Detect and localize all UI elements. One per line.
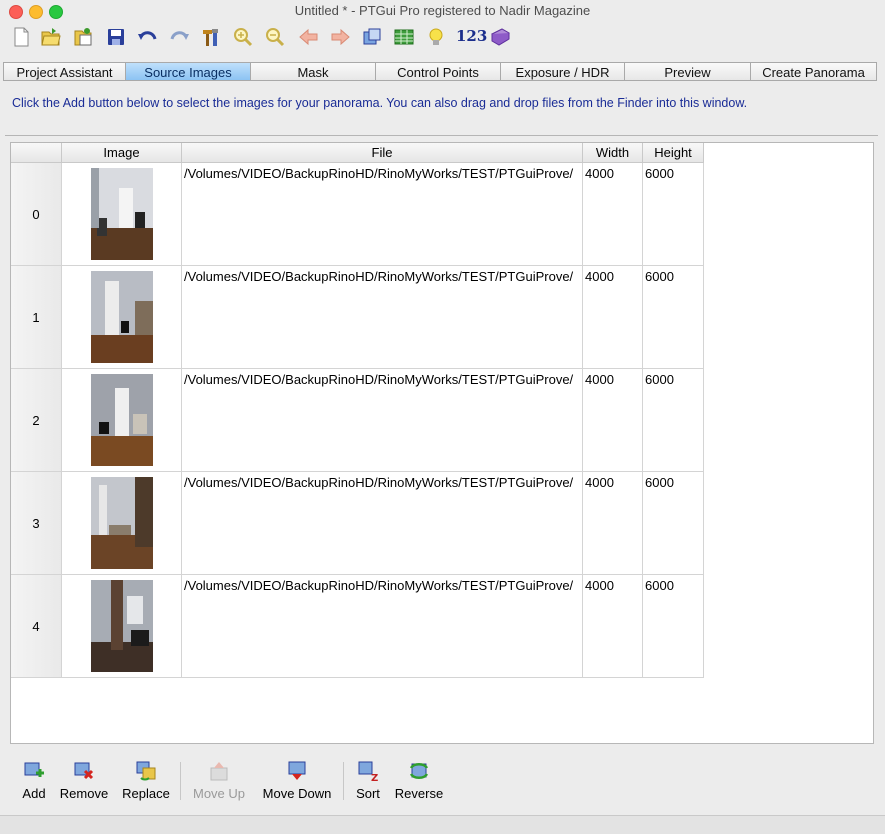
header-file[interactable]: File bbox=[181, 143, 583, 163]
add-icon bbox=[23, 760, 45, 782]
file-path: /Volumes/VIDEO/BackupRinoHD/RinoMyWorks/… bbox=[181, 368, 583, 472]
status-bar bbox=[0, 815, 885, 834]
tip-icon[interactable] bbox=[425, 26, 447, 48]
image-thumbnail[interactable] bbox=[90, 374, 153, 466]
move-down-label: Move Down bbox=[262, 786, 332, 801]
open-recent-icon[interactable] bbox=[72, 26, 94, 48]
sort-label: Sort bbox=[356, 786, 380, 801]
numbers-icon[interactable]: 123 bbox=[456, 27, 487, 45]
header-width[interactable]: Width bbox=[582, 143, 643, 163]
button-separator bbox=[343, 762, 344, 800]
move-down-button[interactable]: Move Down bbox=[258, 760, 336, 801]
table-row[interactable]: 4 /Volumes/VIDEO/BackupRinoHD/RinoMyWork… bbox=[11, 574, 704, 678]
replace-button[interactable]: Replace bbox=[120, 760, 172, 801]
window-title: Untitled * - PTGui Pro registered to Nad… bbox=[294, 3, 591, 18]
tab-create-panorama[interactable]: Create Panorama bbox=[751, 62, 877, 81]
image-width: 4000 bbox=[582, 471, 643, 575]
image-height: 6000 bbox=[642, 162, 704, 266]
image-width: 4000 bbox=[582, 368, 643, 472]
header-index bbox=[11, 143, 62, 163]
replace-icon bbox=[135, 760, 157, 782]
image-thumbnail[interactable] bbox=[90, 477, 153, 569]
undo-icon[interactable] bbox=[137, 26, 159, 48]
tab-project-assistant[interactable]: Project Assistant bbox=[3, 62, 126, 81]
image-width: 4000 bbox=[582, 162, 643, 266]
source-images-panel: Click the Add button below to select the… bbox=[0, 82, 885, 815]
replace-label: Replace bbox=[122, 786, 170, 801]
svg-text:Z: Z bbox=[371, 773, 378, 782]
thumbnail-cell bbox=[61, 265, 182, 369]
tab-source-images[interactable]: Source Images bbox=[126, 62, 251, 81]
tab-preview[interactable]: Preview bbox=[625, 62, 751, 81]
image-height: 6000 bbox=[642, 368, 704, 472]
row-index: 2 bbox=[11, 368, 62, 472]
image-thumbnail[interactable] bbox=[90, 580, 153, 672]
file-path: /Volumes/VIDEO/BackupRinoHD/RinoMyWorks/… bbox=[181, 574, 583, 678]
remove-icon bbox=[73, 760, 95, 782]
reverse-label: Reverse bbox=[394, 786, 444, 801]
file-path: /Volumes/VIDEO/BackupRinoHD/RinoMyWorks/… bbox=[181, 471, 583, 575]
image-thumbnail[interactable] bbox=[90, 168, 153, 260]
back-icon[interactable] bbox=[298, 26, 320, 48]
thumbnail-cell bbox=[61, 574, 182, 678]
open-icon[interactable] bbox=[40, 26, 62, 48]
header-height[interactable]: Height bbox=[642, 143, 704, 163]
reverse-button[interactable]: Reverse bbox=[392, 760, 446, 801]
forward-icon[interactable] bbox=[329, 26, 351, 48]
panorama-editor-icon[interactable] bbox=[361, 26, 383, 48]
thumbnail-cell bbox=[61, 162, 182, 266]
image-height: 6000 bbox=[642, 574, 704, 678]
header-image[interactable]: Image bbox=[61, 143, 182, 163]
instruction-text: Click the Add button below to select the… bbox=[12, 96, 748, 110]
add-button[interactable]: Add bbox=[18, 760, 50, 801]
redo-icon[interactable] bbox=[168, 26, 190, 48]
tools-icon[interactable] bbox=[200, 26, 222, 48]
move-up-icon bbox=[208, 760, 230, 782]
table-row[interactable]: 2 /Volumes/VIDEO/BackupRinoHD/RinoMyWork… bbox=[11, 368, 704, 472]
file-path: /Volumes/VIDEO/BackupRinoHD/RinoMyWorks/… bbox=[181, 162, 583, 266]
tab-exposure-hdr[interactable]: Exposure / HDR bbox=[501, 62, 625, 81]
move-up-button[interactable]: Move Up bbox=[190, 760, 248, 801]
row-index: 0 bbox=[11, 162, 62, 266]
table-row[interactable]: 3 /Volumes/VIDEO/BackupRinoHD/RinoMyWork… bbox=[11, 471, 704, 575]
image-height: 6000 bbox=[642, 471, 704, 575]
file-path: /Volumes/VIDEO/BackupRinoHD/RinoMyWorks/… bbox=[181, 265, 583, 369]
move-up-label: Move Up bbox=[192, 786, 246, 801]
tab-bar: Project Assistant Source Images Mask Con… bbox=[3, 62, 877, 82]
move-down-icon bbox=[286, 760, 308, 782]
remove-label: Remove bbox=[59, 786, 109, 801]
table-icon[interactable] bbox=[393, 26, 415, 48]
zoom-out-icon[interactable] bbox=[264, 26, 286, 48]
zoom-in-icon[interactable] bbox=[232, 26, 254, 48]
reverse-icon bbox=[408, 760, 430, 782]
sort-button[interactable]: Z Sort bbox=[352, 760, 384, 801]
row-index: 3 bbox=[11, 471, 62, 575]
toolbar: 123 bbox=[0, 24, 885, 50]
save-icon[interactable] bbox=[105, 26, 127, 48]
remove-button[interactable]: Remove bbox=[58, 760, 110, 801]
image-width: 4000 bbox=[582, 574, 643, 678]
thumbnail-cell bbox=[61, 368, 182, 472]
row-index: 4 bbox=[11, 574, 62, 678]
new-icon[interactable] bbox=[10, 26, 32, 48]
image-width: 4000 bbox=[582, 265, 643, 369]
tab-control-points[interactable]: Control Points bbox=[376, 62, 501, 81]
button-separator bbox=[180, 762, 181, 800]
image-action-bar: Add Remove Replace Move Up Move Down Z S… bbox=[0, 760, 885, 810]
sort-icon: Z bbox=[357, 760, 379, 784]
thumbnail-cell bbox=[61, 471, 182, 575]
tab-mask[interactable]: Mask bbox=[251, 62, 376, 81]
divider bbox=[5, 135, 878, 136]
table-row[interactable]: 0 /Volumes/VIDEO/BackupRinoHD/RinoMyWork… bbox=[11, 162, 704, 266]
add-label: Add bbox=[22, 786, 46, 801]
row-index: 1 bbox=[11, 265, 62, 369]
image-height: 6000 bbox=[642, 265, 704, 369]
image-thumbnail[interactable] bbox=[90, 271, 153, 363]
help-book-icon[interactable] bbox=[489, 26, 511, 48]
table-header-row: Image File Width Height bbox=[11, 143, 704, 163]
table-row[interactable]: 1 /Volumes/VIDEO/BackupRinoHD/RinoMyWork… bbox=[11, 265, 704, 369]
image-table[interactable]: Image File Width Height 0 /Volumes/VIDEO… bbox=[10, 142, 874, 744]
